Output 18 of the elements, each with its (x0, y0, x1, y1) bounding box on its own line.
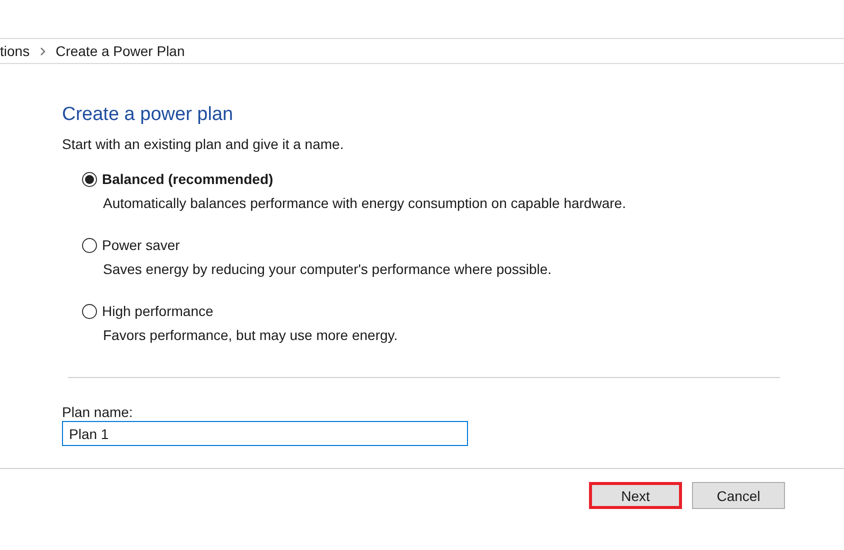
intro-text: Start with an existing plan and give it a name. (62, 136, 345, 152)
breadcrumb-link[interactable]: Create a Power Plan (56, 43, 185, 59)
page-heading: Create a power plan (62, 104, 234, 126)
next-button[interactable]: Next (589, 482, 682, 509)
plan-description: Automatically balances performance with energy consumption on capable hardware. (102, 195, 627, 211)
plan-description: Favors performance, but may use more energy. (102, 327, 399, 343)
radio-button[interactable] (82, 172, 97, 186)
radio-button[interactable] (82, 238, 97, 252)
radio-button[interactable] (82, 304, 97, 318)
plan-label: Power saver (102, 237, 180, 253)
plan-label: High performance (102, 303, 214, 319)
cancel-button[interactable]: Cancel (692, 482, 785, 509)
field-label: Plan name: (62, 404, 134, 420)
breadcrumb-link[interactable]: tions (0, 43, 30, 59)
plan-name-field[interactable]: Plan 1 (62, 421, 468, 446)
plan-label: Balanced (recommended) (102, 171, 274, 187)
plan-description: Saves energy by reducing your computer's performance where possible. (102, 261, 553, 277)
chevron-icon (40, 46, 46, 56)
